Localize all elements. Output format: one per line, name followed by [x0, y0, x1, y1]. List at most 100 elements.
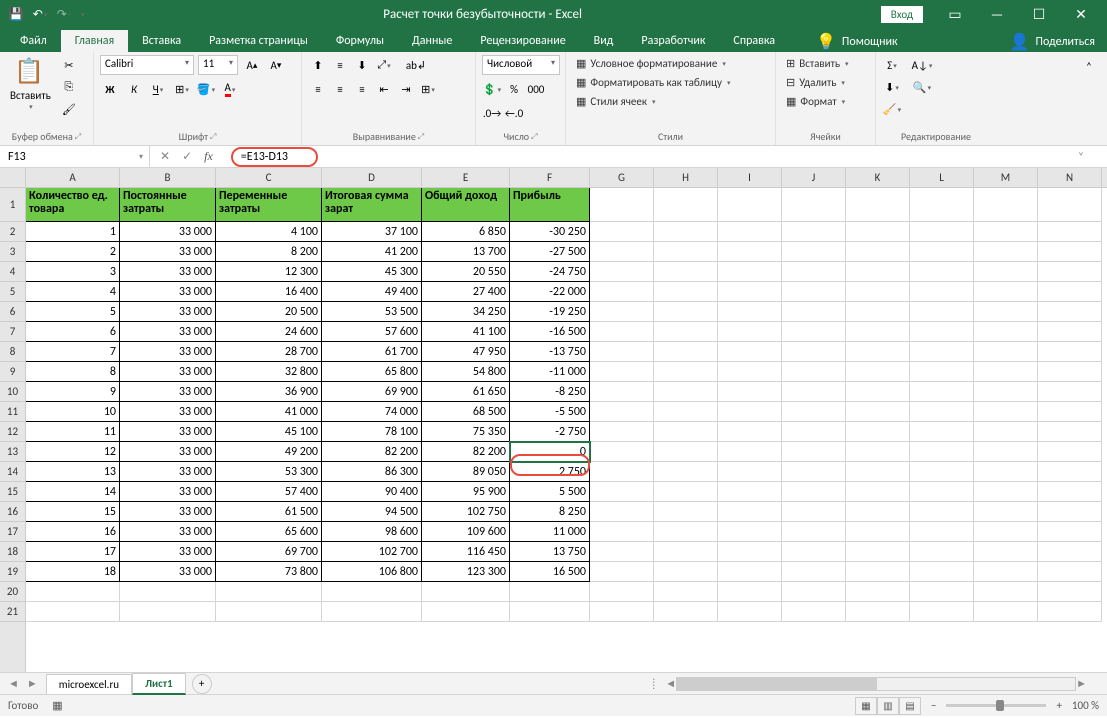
- cancel-formula-icon[interactable]: ✕: [160, 149, 170, 164]
- cell[interactable]: 20 550: [422, 262, 510, 282]
- cell[interactable]: 49 200: [216, 442, 322, 462]
- cell[interactable]: [1038, 542, 1102, 562]
- cell[interactable]: 68 500: [422, 402, 510, 422]
- cell[interactable]: [590, 562, 654, 582]
- cell[interactable]: 41 100: [422, 322, 510, 342]
- cell[interactable]: [974, 482, 1038, 502]
- cell[interactable]: 33 000: [120, 482, 216, 502]
- cut-icon[interactable]: ✂: [59, 55, 79, 75]
- cell[interactable]: [718, 322, 782, 342]
- cell[interactable]: 53 300: [216, 462, 322, 482]
- cell[interactable]: 12: [26, 442, 120, 462]
- cell[interactable]: [974, 422, 1038, 442]
- row-header[interactable]: 17: [0, 522, 25, 542]
- col-header-G[interactable]: G: [590, 168, 654, 187]
- cell[interactable]: [846, 242, 910, 262]
- cell[interactable]: [910, 262, 974, 282]
- minimize-icon[interactable]: —: [977, 0, 1017, 28]
- cell[interactable]: 94 500: [322, 502, 422, 522]
- cell[interactable]: 13: [26, 462, 120, 482]
- cell[interactable]: 4 100: [216, 222, 322, 242]
- cell[interactable]: [974, 222, 1038, 242]
- redo-icon[interactable]: ↷▾: [56, 6, 72, 22]
- cell[interactable]: 33 000: [120, 282, 216, 302]
- cell[interactable]: [718, 442, 782, 462]
- select-all-corner[interactable]: [0, 168, 25, 188]
- cell[interactable]: -11 000: [510, 362, 590, 382]
- align-left-icon[interactable]: ≡: [308, 79, 328, 99]
- cell[interactable]: [1038, 502, 1102, 522]
- column-headers[interactable]: ABCDEFGHIJKLMN: [26, 168, 1107, 188]
- cell[interactable]: [120, 602, 216, 622]
- cell[interactable]: [974, 302, 1038, 322]
- cell[interactable]: 17: [26, 542, 120, 562]
- cell[interactable]: [910, 222, 974, 242]
- cell[interactable]: 33 000: [120, 522, 216, 542]
- zoom-level[interactable]: 100 %: [1072, 699, 1099, 712]
- cell[interactable]: [846, 382, 910, 402]
- font-size-select[interactable]: 11: [198, 55, 238, 75]
- tab-help[interactable]: Справка: [719, 30, 789, 52]
- row-header[interactable]: 2: [0, 222, 25, 242]
- row-header[interactable]: 15: [0, 482, 25, 502]
- percent-icon[interactable]: %: [504, 79, 524, 99]
- cell[interactable]: Переменные затраты: [216, 188, 322, 222]
- cell[interactable]: 34 250: [422, 302, 510, 322]
- cell[interactable]: [1038, 382, 1102, 402]
- cell[interactable]: 47 950: [422, 342, 510, 362]
- cell[interactable]: [654, 602, 718, 622]
- cell[interactable]: [846, 342, 910, 362]
- cell[interactable]: 24 600: [216, 322, 322, 342]
- col-header-K[interactable]: K: [846, 168, 910, 187]
- cell[interactable]: [422, 602, 510, 622]
- cell[interactable]: [846, 282, 910, 302]
- lightbulb-icon[interactable]: 💡: [816, 32, 836, 52]
- cell[interactable]: 61 650: [422, 382, 510, 402]
- scroll-left-icon[interactable]: ◄: [665, 677, 676, 690]
- cell[interactable]: [718, 362, 782, 382]
- view-break-icon[interactable]: ▤: [899, 697, 921, 715]
- cell[interactable]: 57 600: [322, 322, 422, 342]
- cell[interactable]: -16 500: [510, 322, 590, 342]
- cell[interactable]: 33 000: [120, 562, 216, 582]
- cell[interactable]: [910, 362, 974, 382]
- cell[interactable]: [782, 582, 846, 602]
- cell[interactable]: [1038, 262, 1102, 282]
- cell[interactable]: [846, 442, 910, 462]
- cell[interactable]: [974, 282, 1038, 302]
- conditional-formatting-button[interactable]: ▦Условное форматирование▾: [572, 55, 730, 72]
- cell[interactable]: [590, 302, 654, 322]
- sheet-tab-1[interactable]: microexcel.ru: [46, 674, 132, 694]
- cell[interactable]: [1038, 302, 1102, 322]
- cell[interactable]: [910, 482, 974, 502]
- cell[interactable]: [654, 188, 718, 222]
- cell[interactable]: [718, 342, 782, 362]
- row-header[interactable]: 5: [0, 282, 25, 302]
- cell[interactable]: Прибыль: [510, 188, 590, 222]
- cell[interactable]: [910, 542, 974, 562]
- cell[interactable]: [1038, 222, 1102, 242]
- cell[interactable]: -19 250: [510, 302, 590, 322]
- cell[interactable]: 82 200: [322, 442, 422, 462]
- col-header-C[interactable]: C: [216, 168, 322, 187]
- cell[interactable]: [510, 582, 590, 602]
- underline-button[interactable]: Ч▾: [148, 79, 168, 99]
- cell[interactable]: [910, 422, 974, 442]
- cell[interactable]: [654, 582, 718, 602]
- cell[interactable]: [974, 402, 1038, 422]
- name-box[interactable]: F13: [0, 146, 150, 167]
- cell[interactable]: [590, 482, 654, 502]
- save-icon[interactable]: 💾: [8, 6, 24, 22]
- cell[interactable]: [1038, 602, 1102, 622]
- cell[interactable]: [910, 582, 974, 602]
- col-header-N[interactable]: N: [1038, 168, 1102, 187]
- cell[interactable]: [718, 482, 782, 502]
- format-as-table-button[interactable]: ▦Форматировать как таблицу▾: [572, 74, 734, 91]
- cell[interactable]: [782, 542, 846, 562]
- row-header[interactable]: 13: [0, 442, 25, 462]
- cell[interactable]: [120, 582, 216, 602]
- cell[interactable]: [974, 502, 1038, 522]
- cell[interactable]: [654, 362, 718, 382]
- macro-record-icon[interactable]: ▦: [52, 699, 62, 712]
- cell[interactable]: [590, 362, 654, 382]
